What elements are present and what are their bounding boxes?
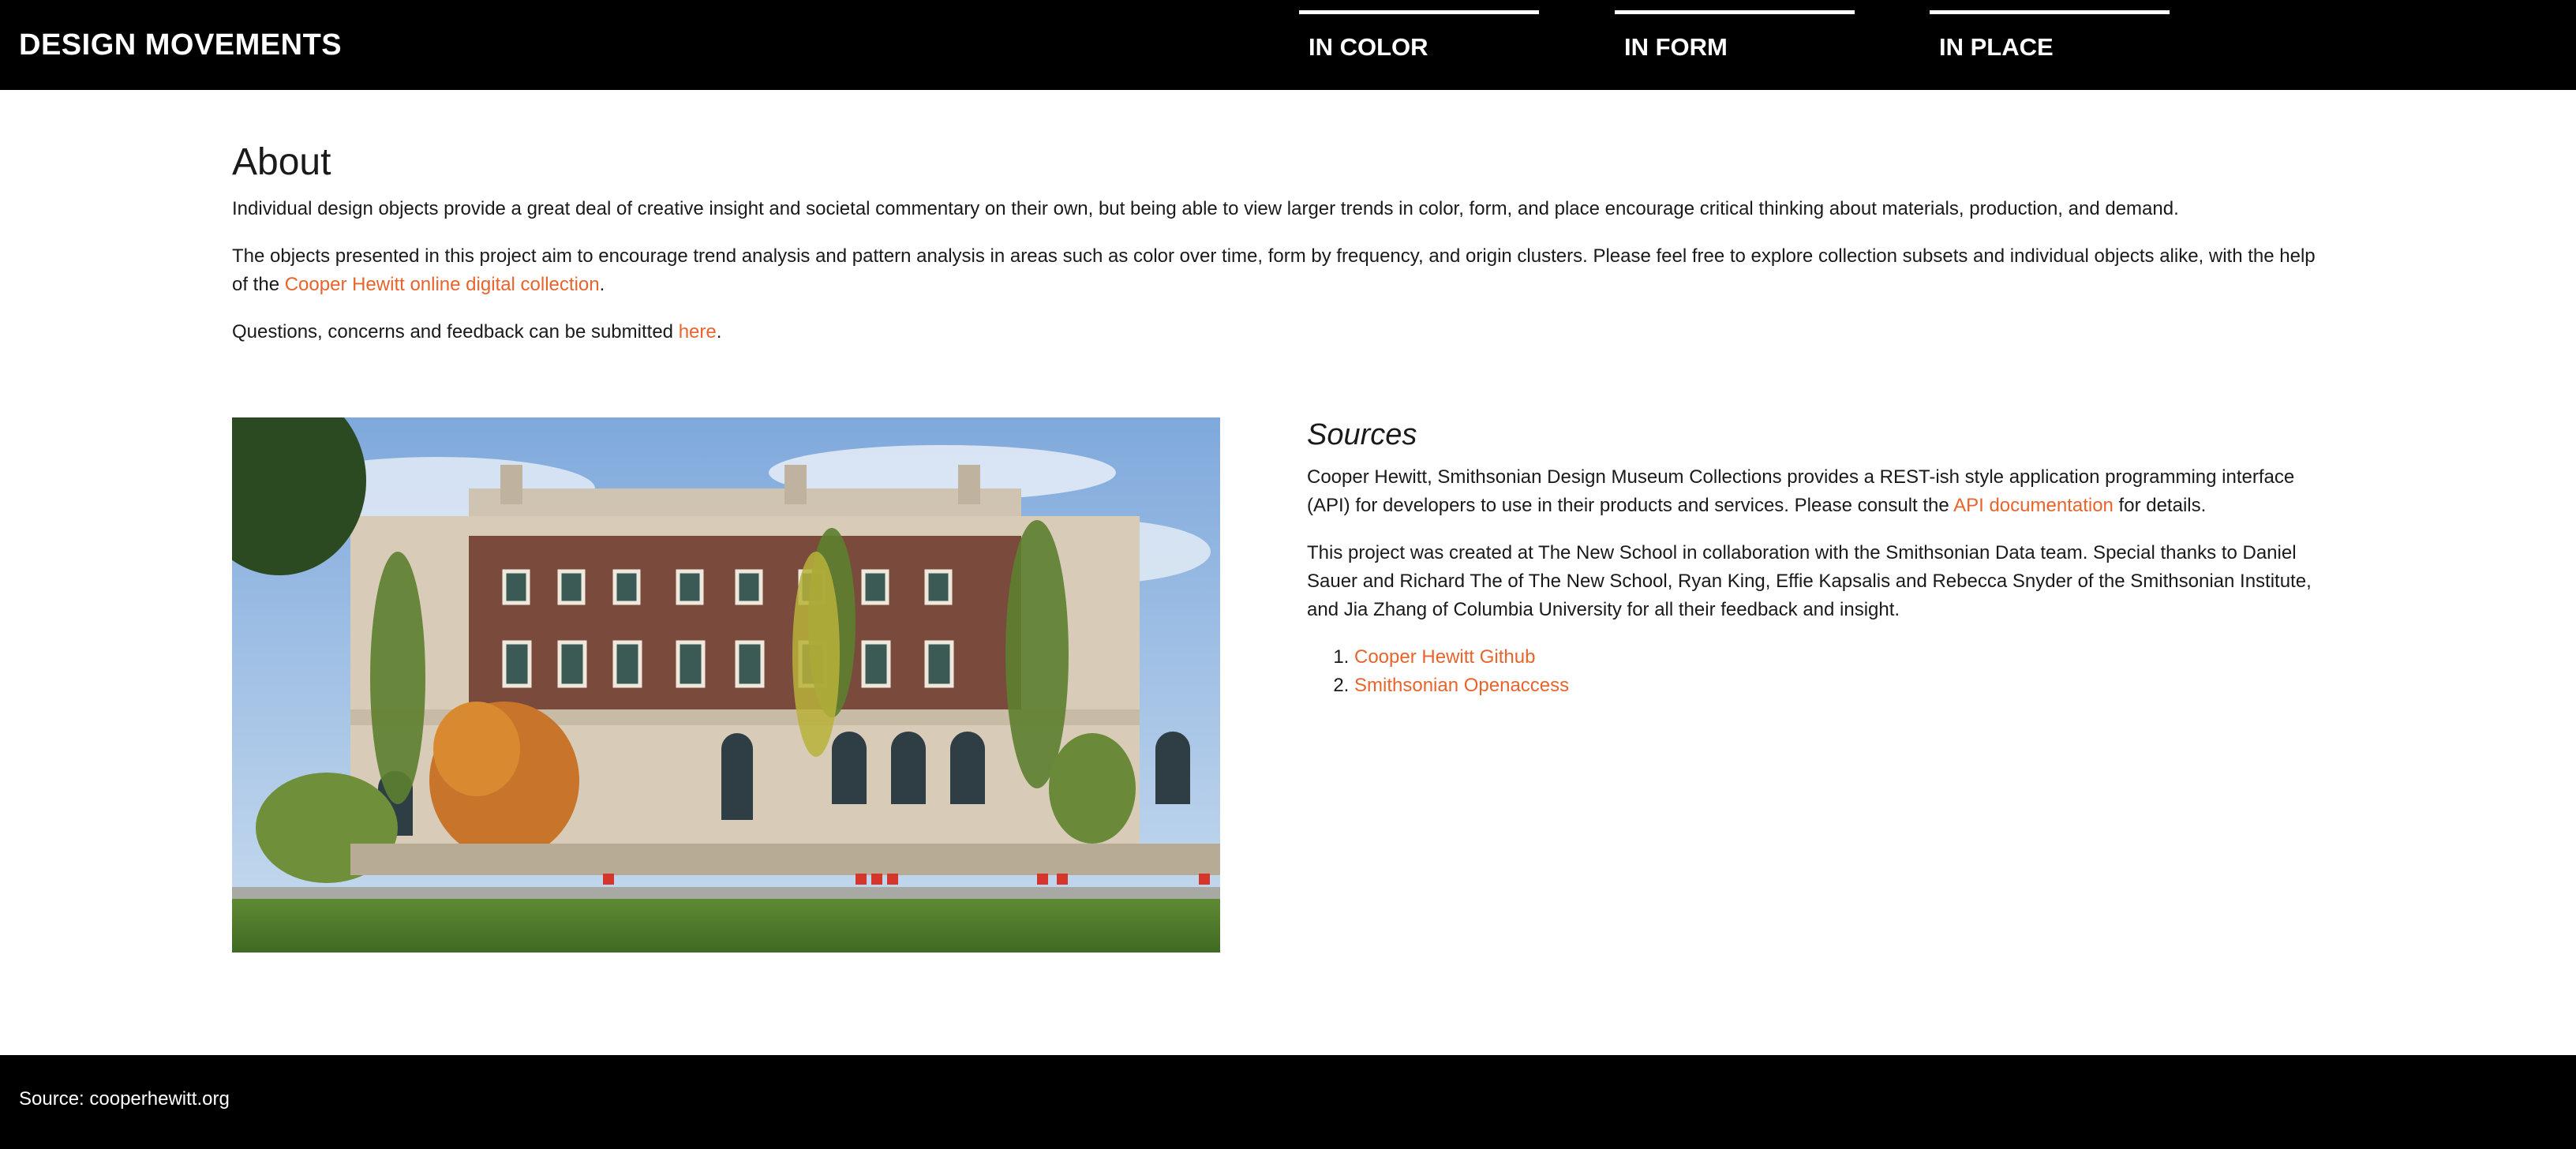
sources-heading: Sources (1307, 418, 1417, 451)
footer-source-text: Source: cooperhewitt.org (19, 1088, 230, 1110)
sources-paragraph-1-end: for details. (2113, 495, 2207, 516)
top-nav-bar: DESIGN MOVEMENTS IN COLOR IN FORM IN PLA… (0, 0, 2576, 90)
smithsonian-openaccess-link[interactable]: Smithsonian Openaccess (1354, 675, 1569, 696)
list-item: Cooper Hewitt Github (1354, 643, 1569, 672)
api-documentation-link[interactable]: API documentation (1953, 495, 2114, 516)
digital-collection-link[interactable]: Cooper Hewitt online digital collection (285, 274, 600, 295)
sources-paragraph-1: Cooper Hewitt, Smithsonian Design Museum… (1307, 463, 2333, 520)
nav-in-color[interactable]: IN COLOR (1299, 10, 1539, 80)
nav-in-place-label: IN PLACE (1939, 33, 2054, 61)
about-paragraph-2: The objects presented in this project ai… (232, 242, 2331, 299)
nav-in-form[interactable]: IN FORM (1615, 10, 1855, 80)
sources-link-list: Cooper Hewitt Github Smithsonian Openacc… (1307, 643, 1569, 700)
building-photo (232, 417, 1220, 953)
about-heading: About (232, 141, 331, 183)
feedback-link[interactable]: here (679, 321, 717, 342)
cooper-hewitt-github-link[interactable]: Cooper Hewitt Github (1354, 646, 1535, 668)
about-paragraph-2-end: . (599, 274, 605, 295)
list-item: Smithsonian Openaccess (1354, 672, 1569, 700)
about-paragraph-1: Individual design objects provide a grea… (232, 198, 2179, 219)
footer-bar: Source: cooperhewitt.org (0, 1055, 2576, 1149)
sources-paragraph-2: This project was created at The New Scho… (1307, 542, 2312, 620)
site-title[interactable]: DESIGN MOVEMENTS (19, 28, 342, 62)
nav-in-color-label: IN COLOR (1309, 33, 1428, 61)
nav-in-place[interactable]: IN PLACE (1930, 10, 2170, 80)
nav-in-form-label: IN FORM (1624, 33, 1728, 61)
feedback-end: . (716, 321, 722, 342)
feedback-text: Questions, concerns and feedback can be … (232, 321, 679, 342)
feedback-paragraph: Questions, concerns and feedback can be … (232, 318, 2331, 346)
